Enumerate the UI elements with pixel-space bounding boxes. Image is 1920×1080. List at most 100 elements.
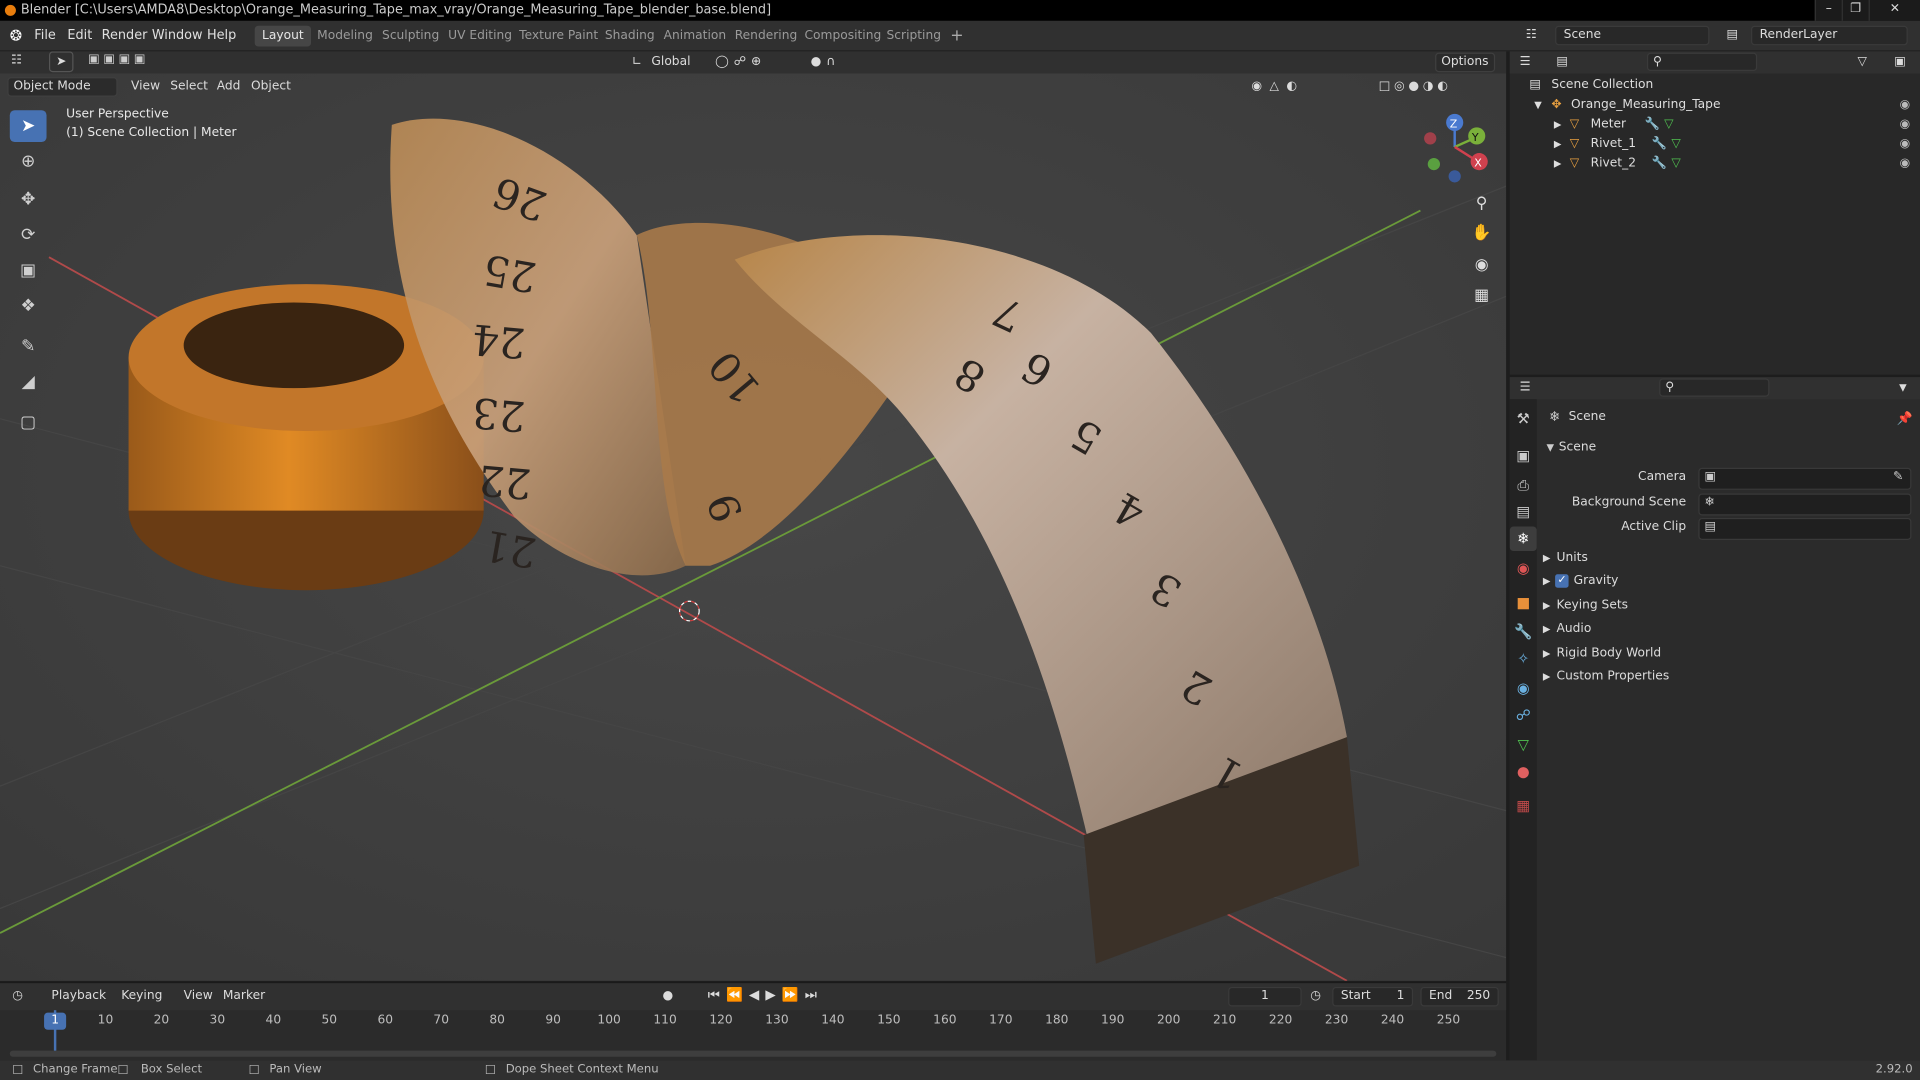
- outliner-row-meter[interactable]: ▶ ▽ Meter 🔧 ▽ ◉: [1510, 115, 1920, 135]
- menu-edit[interactable]: Edit: [67, 27, 92, 44]
- output-tab-icon[interactable]: ⎙: [1510, 473, 1537, 497]
- playhead-frame-label[interactable]: 1: [44, 1012, 67, 1030]
- measure-tool-icon[interactable]: ◢: [10, 366, 47, 398]
- gravity-subpanel[interactable]: ▶ ✓ Gravity: [1543, 571, 1618, 593]
- background-scene-field[interactable]: [1698, 493, 1912, 516]
- menu-render[interactable]: Render: [102, 27, 148, 44]
- minimize-button[interactable]: –: [1814, 0, 1842, 21]
- modifier-icon[interactable]: 🔧: [1644, 115, 1659, 135]
- menu-window[interactable]: Window: [152, 27, 203, 44]
- tab-texture-paint[interactable]: Texture Paint: [512, 26, 606, 47]
- custom-properties-subpanel[interactable]: ▶ Custom Properties: [1543, 666, 1669, 688]
- shading-mode-icons[interactable]: □◎●◑◐: [1379, 78, 1452, 95]
- world-tab-icon[interactable]: ◉: [1510, 556, 1537, 580]
- menu-view[interactable]: View: [131, 78, 160, 95]
- gravity-checkbox[interactable]: ✓: [1555, 573, 1569, 588]
- menu-add[interactable]: Add: [217, 78, 241, 95]
- keying-sets-subpanel[interactable]: ▶ Keying Sets: [1543, 595, 1628, 617]
- visibility-eye-icon[interactable]: ◉: [1900, 115, 1911, 135]
- options-dropdown[interactable]: Options: [1435, 52, 1495, 73]
- move-tool-icon[interactable]: ✥: [10, 184, 47, 216]
- cursor-tool-icon[interactable]: ⊕: [10, 146, 47, 178]
- editor-type-icon[interactable]: ☷: [11, 53, 22, 70]
- scene-type-icon[interactable]: ☷: [1526, 27, 1537, 44]
- annotate-tool-icon[interactable]: ✎: [10, 331, 47, 363]
- active-clip-field[interactable]: [1698, 517, 1912, 540]
- object-tab-icon[interactable]: ■: [1510, 590, 1537, 614]
- view-layer-icon[interactable]: ▤: [1727, 27, 1739, 44]
- tab-shading[interactable]: Shading: [598, 26, 662, 47]
- transform-tool-icon[interactable]: ❖: [10, 290, 47, 322]
- properties-editor-icon[interactable]: ☰: [1520, 380, 1531, 397]
- scene-tab-icon[interactable]: ❄: [1509, 526, 1537, 552]
- select-box-tool-icon[interactable]: ➤: [9, 110, 47, 143]
- visibility-gizmo-overlay-icons[interactable]: ◉△◐: [1251, 78, 1304, 95]
- tab-scripting[interactable]: Scripting: [879, 26, 948, 47]
- data-tab-icon[interactable]: ▽: [1510, 732, 1537, 756]
- expand-arrow-icon[interactable]: ▶: [1554, 135, 1562, 155]
- timeline-scrollbar[interactable]: [9, 1050, 1497, 1057]
- outliner-search-input[interactable]: ⚲: [1646, 52, 1758, 72]
- expand-arrow-icon[interactable]: ▶: [1554, 154, 1562, 174]
- maximize-button[interactable]: ❐: [1841, 0, 1869, 21]
- zoom-icon[interactable]: ⚲: [1467, 191, 1496, 218]
- outliner-row-scene-collection[interactable]: ▤ Scene Collection: [1510, 76, 1920, 96]
- add-cube-tool-icon[interactable]: ▢: [10, 407, 47, 439]
- tab-uv-editing[interactable]: UV Editing: [441, 26, 520, 47]
- expand-arrow-icon[interactable]: ▶: [1554, 115, 1562, 135]
- snapping-icons[interactable]: ◯☍⊕: [715, 54, 766, 71]
- visibility-eye-icon[interactable]: ◉: [1900, 96, 1911, 116]
- add-workspace-icon[interactable]: +: [943, 26, 971, 47]
- new-collection-icon[interactable]: ▣: [1894, 54, 1906, 71]
- pin-icon[interactable]: 📌: [1897, 410, 1913, 426]
- mode-dropdown[interactable]: Object Mode: [7, 77, 118, 97]
- rotate-tool-icon[interactable]: ⟳: [10, 219, 47, 251]
- tab-layout[interactable]: Layout: [254, 25, 312, 47]
- menu-file[interactable]: File: [34, 27, 56, 44]
- tab-modeling[interactable]: Modeling: [310, 26, 380, 47]
- visibility-eye-icon[interactable]: ◉: [1900, 154, 1911, 174]
- scale-tool-icon[interactable]: ▣: [10, 255, 47, 287]
- modifier-icon[interactable]: 🔧: [1652, 135, 1667, 155]
- tool-tab-icon[interactable]: ⚒: [1510, 407, 1537, 431]
- rigid-body-world-subpanel[interactable]: ▶ Rigid Body World: [1543, 643, 1661, 665]
- tab-rendering[interactable]: Rendering: [727, 26, 804, 47]
- display-mode-icon[interactable]: ▤: [1556, 54, 1568, 71]
- outliner-row-rivet-2[interactable]: ▶ ▽ Rivet_2 🔧 ▽ ◉: [1510, 154, 1920, 174]
- camera-field[interactable]: [1698, 467, 1912, 490]
- scene-selector[interactable]: Scene: [1555, 25, 1710, 46]
- view-layer-tab-icon[interactable]: ▤: [1510, 500, 1537, 524]
- selection-mode-icons[interactable]: ▣▣▣▣: [88, 53, 184, 71]
- scene-panel-title[interactable]: Scene: [1559, 441, 1596, 454]
- properties-options-icon[interactable]: ▼: [1899, 380, 1907, 397]
- outliner-editor-icon[interactable]: ☰: [1520, 54, 1531, 71]
- tab-sculpting[interactable]: Sculpting: [375, 26, 447, 47]
- blender-menu-icon[interactable]: ❂: [10, 27, 22, 44]
- 3d-viewport[interactable]: 26 25 24 23 22 21 10 9 8 7 6 5 4 3 2 1 Z…: [0, 51, 1507, 981]
- material-tab-icon[interactable]: ●: [1510, 759, 1537, 783]
- modifier-tab-icon[interactable]: 🔧: [1510, 620, 1537, 644]
- constraints-tab-icon[interactable]: ☍: [1510, 703, 1537, 727]
- panel-collapse-icon[interactable]: ▼: [1547, 442, 1555, 453]
- pan-hand-icon[interactable]: ✋: [1467, 220, 1496, 247]
- units-subpanel[interactable]: ▶ Units: [1543, 547, 1588, 569]
- tab-animation[interactable]: Animation: [656, 26, 733, 47]
- modifier-icon[interactable]: 🔧: [1652, 154, 1667, 174]
- properties-search-input[interactable]: ⚲: [1659, 378, 1770, 397]
- close-button[interactable]: ✕: [1868, 0, 1920, 21]
- mesh-data-icon[interactable]: ▽: [1664, 115, 1673, 135]
- orientation-dropdown[interactable]: Global: [651, 54, 690, 71]
- menu-object[interactable]: Object: [251, 78, 291, 95]
- perspective-toggle-icon[interactable]: ▦: [1467, 283, 1496, 310]
- camera-view-icon[interactable]: ◉: [1467, 252, 1496, 279]
- render-tab-icon[interactable]: ▣: [1510, 443, 1537, 467]
- outliner-row-collection[interactable]: ▼ ✥ Orange_Measuring_Tape ◉: [1510, 96, 1920, 116]
- outliner-row-rivet-1[interactable]: ▶ ▽ Rivet_1 🔧 ▽ ◉: [1510, 135, 1920, 155]
- mesh-data-icon[interactable]: ▽: [1671, 154, 1680, 174]
- view-layer-selector[interactable]: RenderLayer: [1751, 25, 1908, 46]
- menu-select[interactable]: Select: [170, 78, 208, 95]
- transform-orientation-icon[interactable]: ∟: [632, 54, 642, 71]
- select-tool-icon[interactable]: ➤: [48, 51, 74, 73]
- eyedropper-icon[interactable]: ✎: [1893, 470, 1903, 483]
- proportional-edit-icons[interactable]: ●∩: [811, 54, 840, 71]
